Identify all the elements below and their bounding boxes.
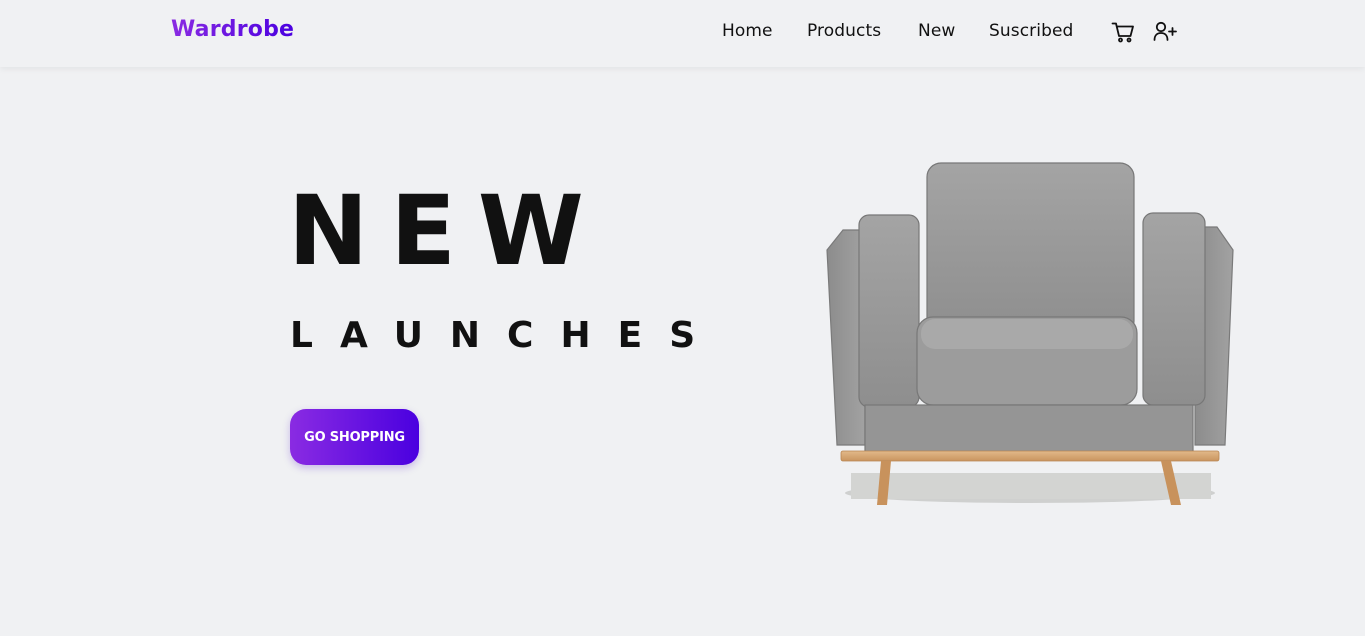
nav-link-home[interactable]: Home [722,21,773,41]
hero-subheadline: LAUNCHES [290,315,723,356]
nav-link-suscribed[interactable]: Suscribed [989,21,1073,41]
nav-link-new[interactable]: New [918,21,955,41]
go-shopping-button[interactable]: GO SHOPPING [290,409,419,465]
brand-logo[interactable]: Wardrobe [171,17,294,42]
cart-icon[interactable] [1111,21,1135,47]
hero-headline: NEW [288,175,606,287]
armchair-image [815,155,1245,519]
nav-link-products[interactable]: Products [807,21,881,41]
add-user-icon[interactable] [1153,21,1179,47]
navbar: Wardrobe Home Products New Suscribed [0,0,1365,67]
